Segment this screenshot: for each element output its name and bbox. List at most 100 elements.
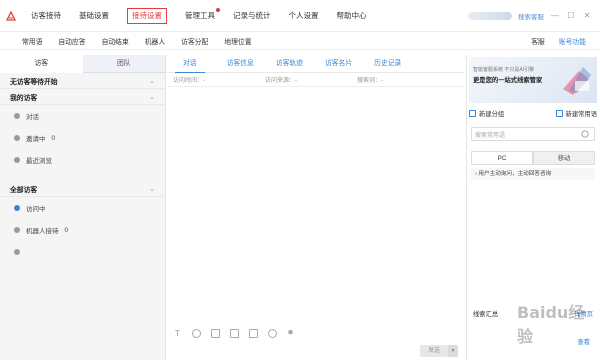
folder-add-icon [469, 110, 476, 117]
notification-dot [216, 7, 220, 12]
image-icon[interactable] [211, 329, 220, 338]
chevron-down-icon: ⌄ [149, 93, 155, 101]
subnav-geo-location[interactable]: 地理位置 [224, 36, 261, 46]
list-item[interactable]: 最近浏览 [0, 149, 165, 171]
section-all-visitors-title: 全部访客 [10, 186, 38, 194]
list-item-count: 0 [51, 134, 56, 142]
list-item-label: 机器人接待 [26, 228, 59, 235]
list-item[interactable] [0, 241, 165, 263]
subnav-common-phrases[interactable]: 常用语 [22, 36, 52, 46]
tab-mobile[interactable]: 移动 [533, 151, 595, 165]
send-button[interactable]: 发送 [420, 345, 448, 357]
maximize-icon[interactable]: ☐ [566, 11, 576, 20]
promo-banner[interactable]: 智能客服系统 不只是AI引擎 更是您的一站式线索管家 [469, 57, 597, 103]
visitor-panel-tabs: 访客 团队 [0, 55, 165, 73]
nav-records-stats[interactable]: 记录与统计 [224, 0, 280, 32]
emoji-icon[interactable] [192, 329, 201, 338]
tab-visitor-trail[interactable]: 访客轨迹 [276, 55, 303, 73]
chevron-down-icon: ⌄ [149, 77, 155, 85]
phrase-text: 用户主动询问，主动回答咨询 [478, 171, 552, 177]
file-icon[interactable] [249, 329, 258, 338]
minimize-icon[interactable]: — [550, 11, 560, 20]
nav-reception-settings[interactable]: 接待设置 [118, 0, 176, 32]
user-account-pill[interactable] [468, 11, 512, 20]
section-my-visitors-title: 我的访客 [10, 94, 38, 102]
send-options-dropdown[interactable]: ▾ [448, 345, 458, 357]
banner-illustration-icon [563, 67, 591, 95]
search-icon[interactable] [581, 130, 589, 138]
nav-management-tools-label: 管理工具 [185, 10, 215, 20]
new-phrase-button[interactable]: 新建常用语 [555, 109, 597, 118]
search-keyword: 搜索词：- [357, 78, 383, 84]
subnav-account-link[interactable]: 账号功能 [559, 36, 586, 46]
subnav-visitor-allocation[interactable]: 访客分配 [181, 36, 218, 46]
add-icon [555, 110, 563, 117]
app-logo-icon [0, 0, 22, 32]
nav-help-center[interactable]: 帮助中心 [328, 0, 376, 32]
conversation-tabs: 对话 访客信息 访客轨迹 访客名片 历史记录 [167, 55, 464, 73]
tab-pc[interactable]: PC [471, 151, 533, 165]
visit-info-bar: 访问时间：- 访问来源：- 搜索词：- [167, 73, 464, 87]
visitor-panel: 访客 团队 无访客等待开始 ⌄ 我的访客 ⌄ 对话 邀请中 0 最近浏览 全部访… [0, 55, 166, 360]
subnav-robot[interactable]: 机器人 [145, 36, 175, 46]
watermark-logo: Baidu经验 [517, 303, 585, 346]
section-all-visitors[interactable]: 全部访客 ⌄ [0, 181, 165, 197]
send-group: 发送 ▾ [420, 345, 458, 357]
list-item[interactable]: 访问中 [0, 197, 165, 219]
visiting-icon [14, 205, 20, 211]
phrases-panel: 智能客服系统 不只是AI引擎 更是您的一站式线索管家 新建分组 新建常用语 搜索… [466, 55, 600, 360]
banner-subtitle: 智能客服系统 不只是AI引擎 [473, 67, 535, 73]
new-group-label: 新建分组 [479, 111, 505, 118]
top-nav: 访客接待 基础设置 接待设置 管理工具 记录与统计 个人设置 帮助中心 搜索客服… [0, 0, 600, 32]
text-format-icon[interactable]: T [173, 329, 182, 338]
location-pin-icon[interactable] [287, 329, 294, 338]
section-waiting-title: 无访客等待开始 [10, 78, 58, 86]
tab-dialog[interactable]: 对话 [175, 55, 205, 73]
history-icon[interactable] [268, 329, 277, 338]
section-my-visitors[interactable]: 我的访客 ⌄ [0, 89, 165, 105]
new-phrase-label: 新建常用语 [565, 111, 597, 118]
view-link[interactable]: 查看 [577, 337, 590, 346]
user-link[interactable]: 搜索客服 [518, 11, 544, 21]
tab-history[interactable]: 历史记录 [374, 55, 401, 73]
phrase-search-input[interactable]: 搜索常用语 [472, 130, 580, 139]
tab-visitors[interactable]: 访客 [0, 55, 83, 73]
list-item[interactable]: 对话 [0, 105, 165, 127]
section-waiting[interactable]: 无访客等待开始 ⌄ [0, 73, 165, 89]
robot-icon [14, 227, 20, 233]
visit-time: 访问时间：- [173, 78, 205, 84]
conversation-panel: 对话 访客信息 访客轨迹 访客名片 历史记录 访问时间：- 访问来源：- 搜索词… [167, 55, 464, 360]
new-group-button[interactable]: 新建分组 [469, 109, 504, 118]
nav-right: 搜索客服 — ☐ ✕ [468, 0, 600, 32]
tab-team[interactable]: 团队 [82, 55, 165, 73]
list-item[interactable]: 邀请中 0 [0, 127, 165, 149]
device-tabs: PC 移动 [471, 151, 595, 165]
close-icon[interactable]: ✕ [582, 11, 592, 20]
banner-title: 更是您的一站式线索管家 [473, 77, 543, 84]
list-item-label: 最近浏览 [26, 158, 52, 165]
nav-visitor-reception[interactable]: 访客接待 [22, 0, 70, 32]
list-item-count: 0 [64, 226, 69, 234]
list-item[interactable]: 机器人接待 0 [0, 219, 165, 241]
message-toolbar: T [173, 329, 294, 338]
nav-reception-settings-label: 接待设置 [127, 7, 167, 24]
crop-icon[interactable] [230, 329, 239, 338]
chat-message-area[interactable] [167, 93, 464, 325]
list-item-label: 访问中 [26, 206, 46, 213]
subnav-auto-end[interactable]: 自动结束 [102, 36, 139, 46]
tab-visitor-card[interactable]: 访客名片 [325, 55, 352, 73]
phrase-search[interactable]: 搜索常用语 [471, 127, 595, 141]
phrase-list-item[interactable]: › 用户主动询问，主动回答咨询 [471, 168, 595, 180]
nav-management-tools[interactable]: 管理工具 [176, 0, 224, 32]
phrase-actions: 新建分组 新建常用语 [469, 109, 597, 118]
invite-icon [14, 135, 20, 141]
list-item-label: 邀请中 [26, 136, 46, 143]
nav-basic-settings[interactable]: 基础设置 [70, 0, 118, 32]
visitor-icon [14, 249, 20, 255]
subnav-service-label[interactable]: 客服 [531, 36, 545, 46]
nav-personal-settings[interactable]: 个人设置 [280, 0, 328, 32]
tab-visitor-info[interactable]: 访客信息 [227, 55, 254, 73]
sub-nav: 常用语 自动应答 自动结束 机器人 访客分配 地理位置 客服 账号功能 [0, 32, 600, 50]
list-item-label: 对话 [26, 114, 39, 121]
subnav-auto-reply[interactable]: 自动应答 [58, 36, 95, 46]
